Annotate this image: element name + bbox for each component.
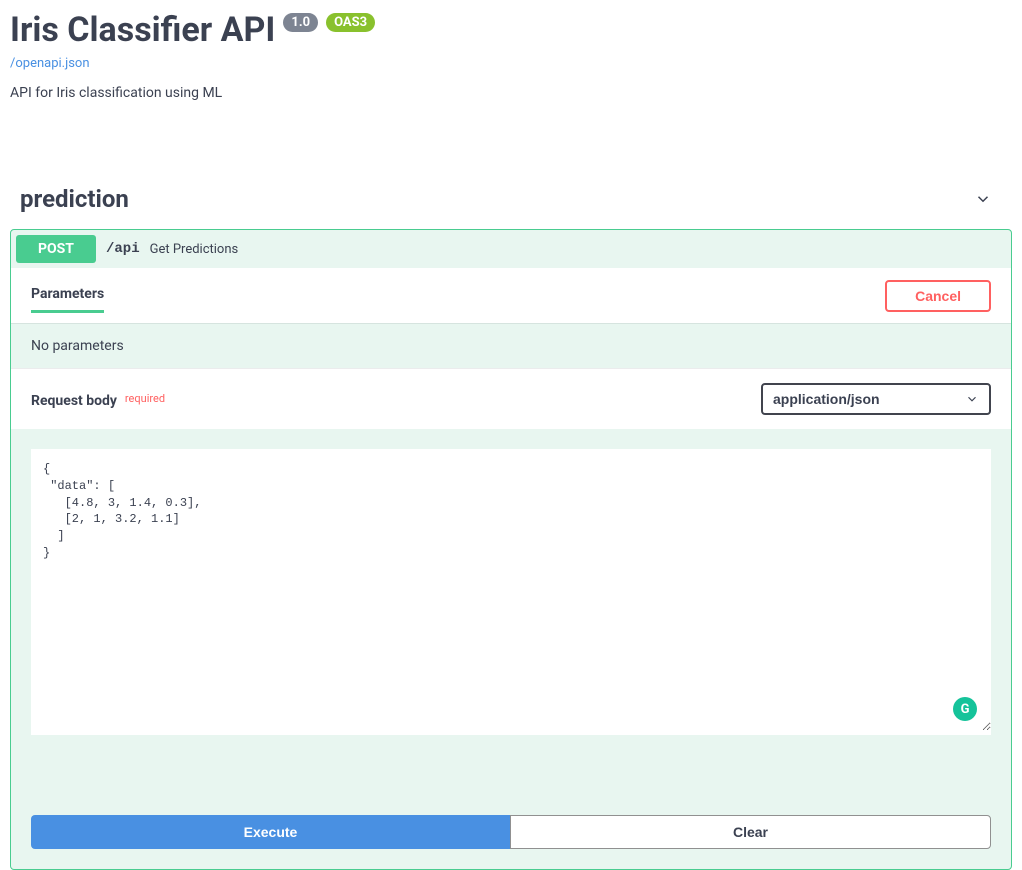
request-body-header: Request body required application/json [11, 368, 1011, 429]
operation-description: Get Predictions [150, 242, 239, 257]
execute-button[interactable]: Execute [31, 815, 510, 849]
parameters-empty-text: No parameters [11, 323, 1011, 368]
api-header: Iris Classifier API 1.0 OAS3 /openapi.js… [10, 0, 1012, 121]
tag-header[interactable]: prediction [10, 175, 1012, 223]
operation-summary[interactable]: POST /api Get Predictions [11, 230, 1011, 268]
oas-badge: OAS3 [326, 13, 375, 32]
tag-section: prediction POST /api Get Predictions Par… [10, 175, 1012, 870]
chevron-down-icon [974, 190, 992, 208]
version-badge: 1.0 [283, 13, 318, 32]
operation-block: POST /api Get Predictions Parameters Can… [10, 229, 1012, 870]
grammarly-icon: G [953, 697, 977, 721]
spec-link[interactable]: /openapi.json [10, 56, 90, 71]
tab-parameters[interactable]: Parameters [31, 278, 104, 313]
cancel-button[interactable]: Cancel [885, 280, 991, 312]
parameters-header: Parameters Cancel [11, 268, 1011, 323]
required-label: required [125, 392, 165, 405]
request-body-textarea[interactable] [31, 449, 991, 731]
request-body-label: Request body [31, 393, 117, 409]
tag-title: prediction [20, 185, 129, 213]
clear-button[interactable]: Clear [510, 815, 991, 849]
operation-path: /api [106, 241, 140, 257]
method-badge: POST [16, 235, 96, 263]
content-type-select[interactable]: application/json [761, 383, 991, 415]
request-body-section: G [11, 429, 1011, 755]
api-title: Iris Classifier API [10, 10, 275, 50]
api-description: API for Iris classification using ML [10, 85, 1012, 101]
action-buttons: Execute Clear [11, 795, 1011, 869]
